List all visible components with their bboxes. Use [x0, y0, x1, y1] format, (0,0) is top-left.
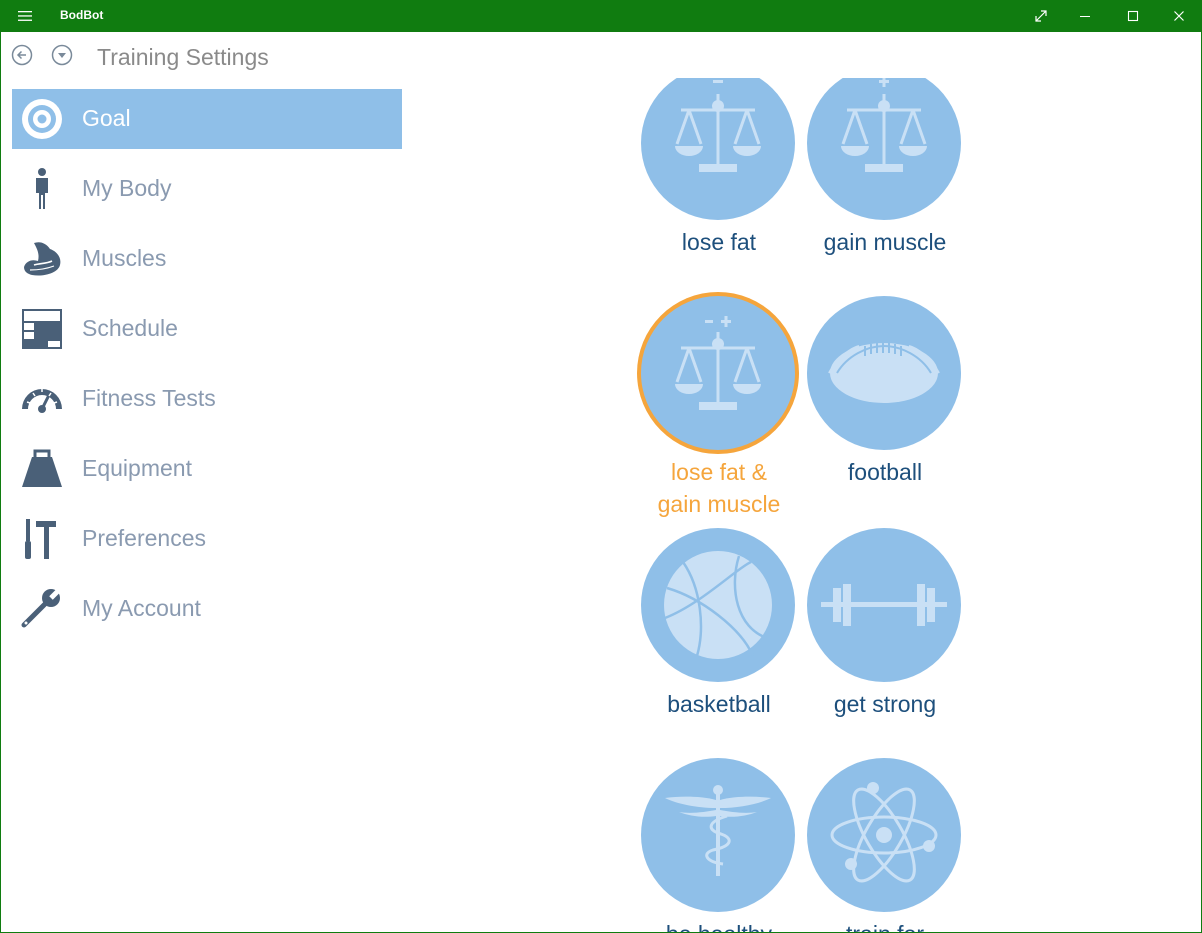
sidebar-item-equipment[interactable]: Equipment [12, 439, 402, 499]
goal-label-line2: gain muscle [657, 491, 781, 517]
close-icon[interactable] [1163, 0, 1195, 32]
goal-label: football [847, 459, 923, 485]
back-arrow-icon[interactable] [11, 44, 33, 66]
atom-icon [807, 758, 961, 912]
target-icon [20, 97, 64, 141]
dropdown-icon[interactable] [51, 44, 73, 66]
wrench-icon [20, 587, 64, 631]
calendar-grid-icon [20, 307, 64, 351]
maximize-icon[interactable] [1117, 0, 1149, 32]
goal-label: basketball [667, 691, 771, 717]
sidebar-item-my-body[interactable]: My Body [12, 159, 402, 219]
goal-label: gain muscle [823, 229, 947, 255]
sidebar-item-label: Fitness Tests [82, 385, 216, 411]
sidebar-item-label: Goal [82, 105, 131, 131]
scale-minus-plus-icon [641, 296, 795, 450]
flexed-arm-icon [20, 237, 64, 281]
goal-grid: lose fat gain muscle lose fat & gain mus… [601, 78, 1021, 932]
caduceus-icon [641, 758, 795, 912]
kettle-weight-icon [20, 447, 64, 491]
goal-label: lose fat [681, 229, 757, 255]
basketball-icon [641, 528, 795, 682]
sidebar-item-label: Muscles [82, 245, 167, 271]
scale-plus-icon [807, 78, 961, 220]
app-title: BodBot [60, 8, 104, 22]
football-icon [807, 296, 961, 450]
person-icon [20, 167, 64, 211]
sidebar-item-goal[interactable]: Goal [12, 89, 402, 149]
sidebar-item-label: My Account [82, 595, 201, 621]
sidebar-item-label: Schedule [82, 315, 178, 341]
sidebar-item-schedule[interactable]: Schedule [12, 299, 402, 359]
sidebar-item-my-account[interactable]: My Account [12, 579, 402, 639]
tools-icon [20, 517, 64, 561]
page-title: Training Settings [97, 44, 269, 70]
minimize-icon[interactable] [1069, 0, 1101, 32]
scale-minus-icon [641, 78, 795, 220]
sidebar-nav: Goal My Body Muscles Schedule Fitness Te… [12, 89, 402, 649]
goal-label: be healthy [636, 918, 802, 932]
barbell-icon [807, 528, 961, 682]
sidebar-item-fitness-tests[interactable]: Fitness Tests [12, 369, 402, 429]
sidebar-item-label: Equipment [82, 455, 192, 481]
goal-label: get strong [833, 691, 937, 717]
title-bar: BodBot [1, 0, 1201, 32]
sidebar-item-label: Preferences [82, 525, 207, 551]
goal-label: train for [802, 918, 968, 932]
sidebar-item-muscles[interactable]: Muscles [12, 229, 402, 289]
expand-icon[interactable] [1025, 0, 1057, 32]
speedometer-icon [20, 377, 64, 421]
app-window: BodBot Training Settings Goal My Body Mu… [0, 0, 1202, 933]
goal-label-line1: lose fat & [671, 459, 767, 485]
hamburger-menu-icon[interactable] [13, 0, 37, 32]
sidebar-item-preferences[interactable]: Preferences [12, 509, 402, 569]
sidebar-item-label: My Body [82, 175, 172, 201]
